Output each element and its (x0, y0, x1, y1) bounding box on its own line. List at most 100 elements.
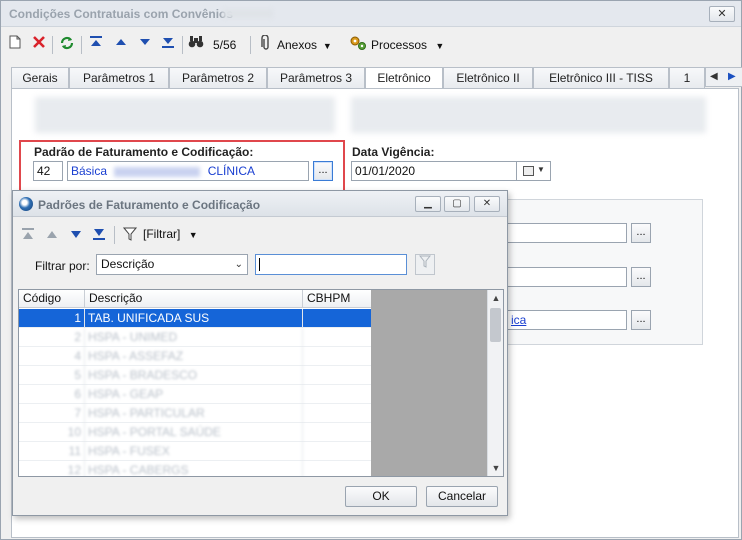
blurred-fields-top-right (351, 97, 706, 133)
cell-descricao: TAB. UNIFICADA SUS (85, 309, 303, 328)
filter-menu-button[interactable]: [Filtrar] ▼ (143, 227, 198, 241)
table-row[interactable]: 12 HSPA - CABERGS (19, 461, 371, 476)
cell-cbhpm (303, 309, 371, 328)
table-row[interactable]: 2 HSPA - UNIMED (19, 328, 371, 347)
tab-eletronico-ii[interactable]: Eletrônico II (443, 67, 533, 89)
calendar-dropdown-button[interactable]: ▼ (517, 161, 551, 181)
gears-icon (349, 35, 367, 55)
last-record-icon[interactable] (161, 35, 175, 55)
scroll-thumb[interactable] (490, 308, 501, 342)
cell-codigo: 2 (19, 328, 85, 347)
cell-descricao: HSPA - BRADESCO (85, 366, 303, 385)
table-row[interactable]: 11 HSPA - FUSEX (19, 442, 371, 461)
tab-eletronico-iii-tiss[interactable]: Eletrônico III - TISS (533, 67, 669, 89)
cell-codigo: 7 (19, 404, 85, 423)
tab-scroll-left-icon[interactable]: ◀ (710, 71, 718, 82)
previous-record-icon[interactable] (114, 35, 128, 55)
grid-header: Código Descrição CBHPM (19, 290, 371, 308)
padrao-label: Padrão de Faturamento e Codificação: (34, 145, 254, 159)
link-field-3[interactable]: ica (507, 310, 627, 330)
padrao-name-prefix: Básica (71, 164, 108, 178)
close-icon: ✕ (482, 198, 492, 209)
ok-button[interactable]: OK (345, 486, 417, 507)
padrao-lookup-button[interactable]: ... (313, 161, 333, 181)
padrao-code-field[interactable]: 42 (33, 161, 63, 181)
dialog-titlebar: Padrões de Faturamento e Codificação ▁ ▢… (13, 191, 507, 217)
text-caret (259, 258, 260, 271)
column-header-descricao[interactable]: Descrição (85, 290, 303, 308)
vigencia-label: Data Vigência: (352, 145, 435, 159)
cancel-button[interactable]: Cancelar (426, 486, 498, 507)
delete-icon[interactable] (32, 35, 46, 55)
lookup-button-1[interactable]: ... (631, 223, 651, 243)
tab-parametros-2[interactable]: Parâmetros 2 (169, 67, 267, 89)
padroes-grid: Código Descrição CBHPM 1 TAB. UNIFICADA … (18, 289, 504, 477)
first-record-icon[interactable] (21, 228, 35, 243)
filter-icon (122, 226, 138, 245)
tab-parametros-1[interactable]: Parâmetros 1 (69, 67, 169, 89)
next-record-icon[interactable] (138, 35, 152, 55)
first-record-icon[interactable] (89, 35, 103, 55)
binoculars-icon[interactable] (188, 35, 204, 55)
processos-menu[interactable]: Processos ▼ (371, 35, 444, 55)
processos-label: Processos (371, 38, 428, 52)
filter-by-label: Filtrar por: (35, 259, 90, 273)
link-field-1[interactable] (507, 223, 627, 243)
table-row[interactable]: 1 TAB. UNIFICADA SUS (19, 309, 371, 328)
tab-parametros-3[interactable]: Parâmetros 3 (267, 67, 365, 89)
tab-overflow[interactable]: 1 (669, 67, 705, 89)
lookup-button-3[interactable]: ... (631, 310, 651, 330)
dialog-close-button[interactable]: ✕ (474, 196, 500, 212)
table-row[interactable]: 6 HSPA - GEAP (19, 385, 371, 404)
minimize-button[interactable]: ▁ (415, 196, 441, 212)
maximize-icon: ▢ (452, 198, 462, 209)
previous-record-icon[interactable] (45, 228, 59, 243)
tab-scroll-right-icon[interactable]: ▶ (728, 71, 736, 82)
cell-descricao: HSPA - CABERGS (85, 461, 303, 476)
maximize-button[interactable]: ▢ (444, 196, 470, 212)
window-close-button[interactable]: ✕ (709, 6, 735, 22)
next-record-icon[interactable] (69, 228, 83, 243)
grid-vertical-scrollbar[interactable]: ▲ ▼ (487, 290, 503, 476)
refresh-icon[interactable] (59, 35, 75, 55)
anexos-label: Anexos (277, 38, 318, 52)
cell-cbhpm (303, 328, 371, 347)
padroes-dialog: Padrões de Faturamento e Codificação ▁ ▢… (12, 190, 508, 516)
link-field-2[interactable] (507, 267, 627, 287)
column-header-codigo[interactable]: Código (19, 290, 85, 308)
lookup-button-2[interactable]: ... (631, 267, 651, 287)
app-logo-icon (19, 197, 33, 211)
table-row[interactable]: 10 HSPA - PORTAL SAÚDE (19, 423, 371, 442)
anexos-menu[interactable]: Anexos ▼ (277, 35, 332, 55)
tab-gerais[interactable]: Gerais (11, 67, 69, 89)
cell-cbhpm (303, 366, 371, 385)
column-header-cbhpm[interactable]: CBHPM (303, 290, 371, 308)
cell-codigo: 1 (19, 309, 85, 328)
window-title: Condições Contratuais com Convênios (9, 7, 234, 21)
scroll-down-icon[interactable]: ▼ (488, 460, 503, 476)
blurred-fields-top-left (35, 97, 335, 133)
filter-text-input[interactable] (255, 254, 407, 275)
main-toolbar: 5/56 Anexos ▼ Processos ▼ (1, 31, 741, 59)
cell-descricao: HSPA - PARTICULAR (85, 404, 303, 423)
cell-cbhpm (303, 442, 371, 461)
vigencia-field[interactable]: 01/01/2020 (351, 161, 517, 181)
blurred-title-suffix (223, 9, 273, 18)
filter-button-label: [Filtrar] (143, 227, 181, 241)
table-row[interactable]: 7 HSPA - PARTICULAR (19, 404, 371, 423)
cell-codigo: 5 (19, 366, 85, 385)
apply-filter-icon[interactable] (415, 254, 435, 275)
tab-eletronico[interactable]: Eletrônico (365, 67, 443, 90)
cell-descricao: HSPA - FUSEX (85, 442, 303, 461)
last-record-icon[interactable] (92, 228, 106, 243)
padrao-name-field[interactable]: Básica CLÍNICA (67, 161, 309, 181)
scroll-up-icon[interactable]: ▲ (488, 290, 503, 306)
tab-strip: Gerais Parâmetros 1 Parâmetros 2 Parâmet… (11, 67, 742, 90)
table-row[interactable]: 4 HSPA - ASSEFAZ (19, 347, 371, 366)
padrao-name-blurred (114, 166, 201, 177)
filter-by-select[interactable]: Descrição ⌄ (96, 254, 248, 275)
new-document-icon[interactable] (9, 35, 21, 55)
table-row[interactable]: 5 HSPA - BRADESCO (19, 366, 371, 385)
cell-cbhpm (303, 347, 371, 366)
filter-by-value: Descrição (101, 257, 155, 271)
